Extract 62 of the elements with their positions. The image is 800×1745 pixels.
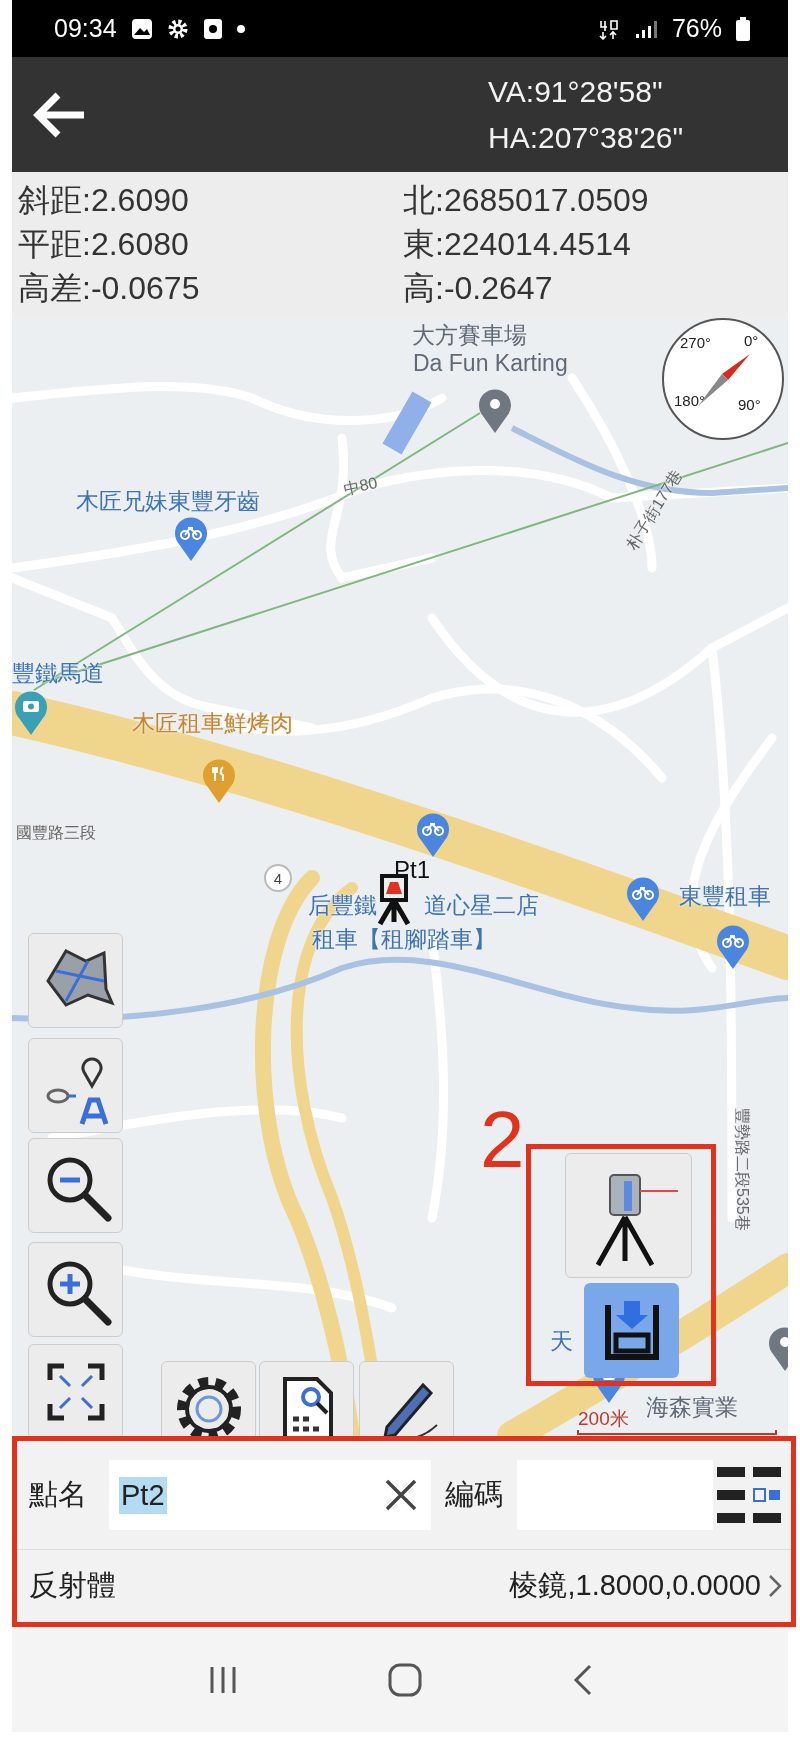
compass-label: 180° [674, 392, 706, 409]
road-label: 朴子街177巷 [622, 466, 687, 555]
coordinate-reading: 東:224014.4514 [403, 225, 632, 264]
network-icon [597, 17, 620, 40]
locate-label-button[interactable] [28, 1038, 123, 1133]
clear-button[interactable] [371, 1460, 431, 1530]
fit-extent-button[interactable] [28, 1344, 123, 1436]
point-name-field[interactable]: Pt2 [109, 1460, 371, 1530]
road-label: 中80 [342, 472, 380, 500]
home-button[interactable] [387, 1661, 423, 1698]
battery-percent: 76% [671, 14, 722, 43]
close-icon [384, 1478, 418, 1512]
zoom-out-button[interactable] [28, 1138, 123, 1233]
zoom-in-button[interactable] [28, 1242, 123, 1337]
point-label: Pt1 [394, 856, 431, 884]
bicycle-pin-icon [626, 876, 660, 922]
document-search-button[interactable] [259, 1361, 354, 1436]
status-time: 09:34 [54, 14, 117, 43]
map-label: 天 [550, 1327, 573, 1356]
coordinate-reading: 高:-0.2647 [403, 269, 554, 308]
pencil-button[interactable] [359, 1361, 454, 1436]
code-list-button[interactable] [717, 1465, 783, 1525]
reflector-label: 反射體 [29, 1568, 116, 1603]
battery-icon [736, 16, 750, 41]
point-name-label: 點名 [29, 1477, 87, 1512]
map-label: 道心星二店 [424, 891, 539, 920]
map-label: Da Fun Karting [413, 350, 568, 377]
fork-knife-pin-icon [202, 758, 236, 804]
record-icon [202, 17, 223, 40]
distance-reading: 斜距:2.6090 [18, 181, 190, 220]
camera-pin-icon [14, 690, 48, 736]
reflector-value[interactable]: 棱鏡,1.8000,0.0000 [509, 1566, 761, 1606]
map-layers-button[interactable] [28, 933, 123, 1028]
bicycle-pin-icon [416, 812, 450, 858]
map-label: 木匠兄妹東豐牙齒 [76, 487, 260, 516]
compass-label: 0° [744, 332, 759, 349]
road-label: 豐勢路二段535巷 [733, 1108, 752, 1231]
coordinate-reading: 北:2685017.0509 [403, 181, 650, 220]
horizontal-angle: HA:207°38'26" [488, 120, 685, 155]
settings-button[interactable] [161, 1361, 256, 1436]
home-icon [387, 1661, 423, 1698]
map-label: 海森實業 [646, 1393, 738, 1422]
map-pin-icon [478, 388, 512, 434]
save-button[interactable] [584, 1283, 679, 1378]
compass-label: 90° [738, 396, 761, 413]
gear-icon [166, 17, 189, 40]
scale-label: 200米 [578, 1407, 629, 1431]
vertical-angle: VA:91°28'58" [488, 74, 664, 109]
map-label: 大方賽車場 [412, 321, 527, 350]
distance-reading: 平距:2.6080 [18, 225, 190, 264]
bicycle-pin-icon [174, 516, 208, 562]
bicycle-pin-icon [716, 924, 750, 970]
dot-icon [236, 24, 245, 33]
list-icon [717, 1465, 783, 1525]
gallery-icon [130, 17, 153, 40]
compass-label: 270° [680, 334, 712, 351]
annotation-number: 2 [480, 1094, 525, 1186]
road-label: 國豐路三段 [16, 823, 96, 843]
route-shield: 4 [264, 864, 292, 892]
distance-reading: 高差:-0.0675 [18, 269, 201, 308]
total-station-button[interactable] [565, 1153, 692, 1278]
code-label: 編碼 [445, 1477, 503, 1512]
